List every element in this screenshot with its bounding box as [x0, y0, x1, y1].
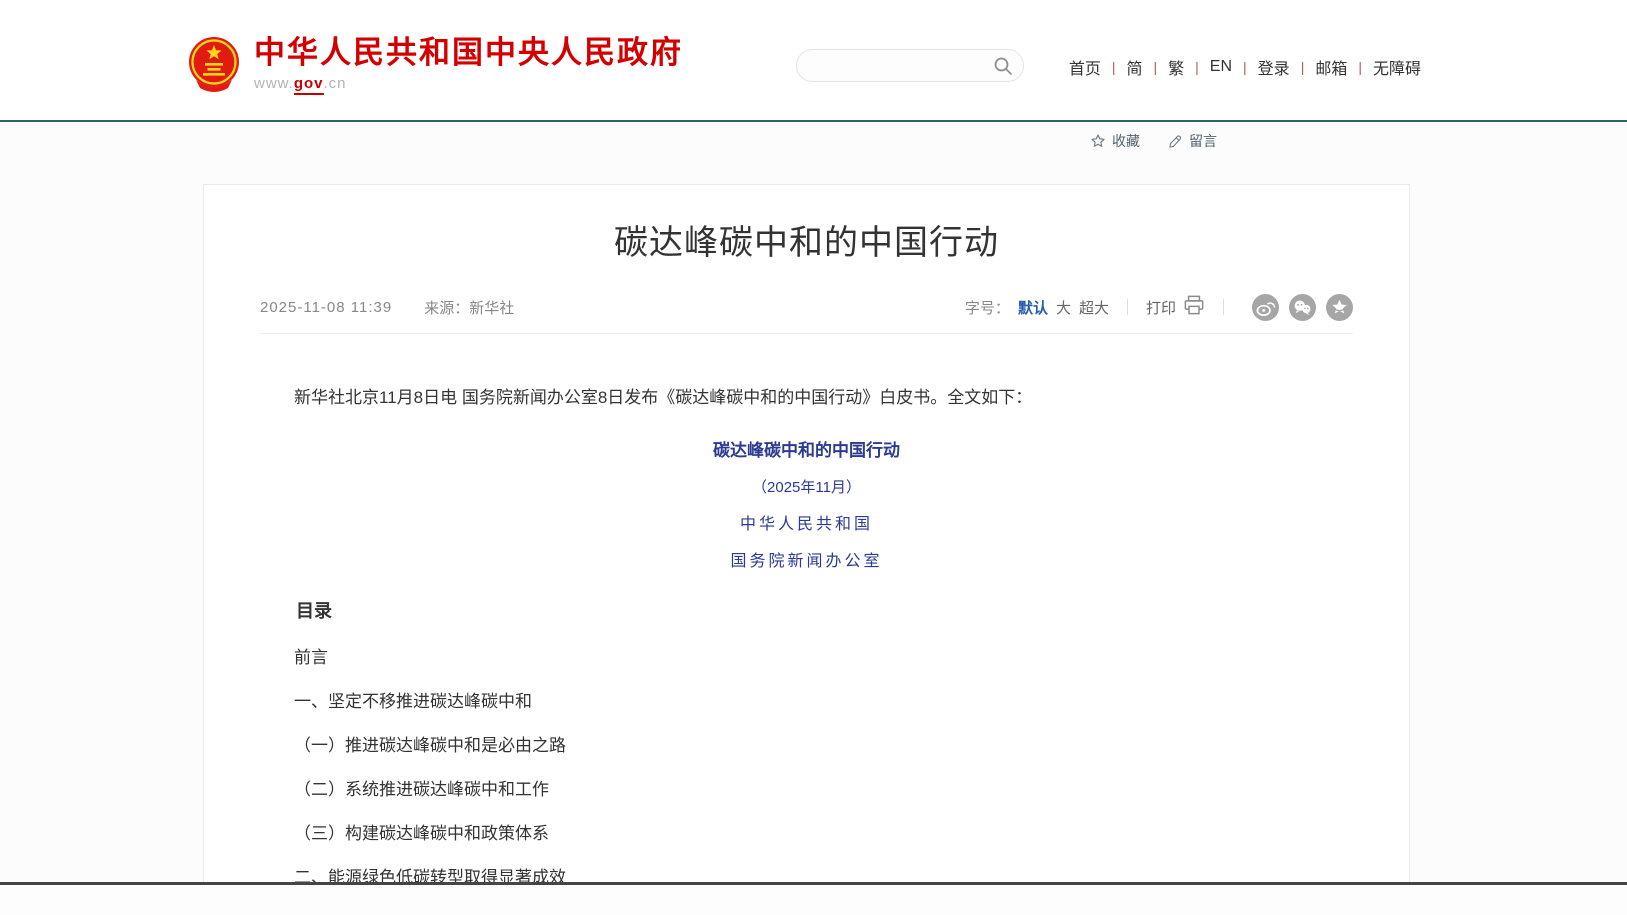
share-star-icon: [1326, 308, 1353, 325]
nav-separator: |: [1243, 59, 1247, 75]
search-input[interactable]: [813, 50, 988, 81]
search-box: [796, 49, 1024, 82]
nav-separator: |: [1112, 59, 1116, 75]
site-url-suffix: .cn: [324, 75, 347, 92]
document-title: 碳达峰碳中和的中国行动: [260, 436, 1353, 461]
font-size-xlarge[interactable]: 超大: [1079, 297, 1109, 318]
page-actions: 收藏 留言: [1090, 131, 1217, 151]
document-date-line: （2025年11月）: [260, 476, 1353, 497]
article-content: 新华社北京11月8日电 国务院新闻办公室8日发布《碳达峰碳中和的中国行动》白皮书…: [260, 384, 1353, 915]
star-icon: [1090, 133, 1106, 149]
share-more-button[interactable]: [1326, 294, 1353, 321]
source-name: 新华社: [469, 297, 514, 318]
printer-icon: [1183, 295, 1205, 319]
weibo-icon: [1252, 308, 1279, 325]
toc-item: （三）构建碳达峰碳中和政策体系: [260, 825, 1353, 843]
publish-date: 2025-11-08 11:39: [260, 299, 392, 316]
bottom-edge-line: [0, 882, 1627, 885]
share-wechat-button[interactable]: [1289, 294, 1316, 321]
nav-simplified[interactable]: 简: [1126, 55, 1142, 79]
toc-item-preface: 前言: [260, 649, 1353, 667]
nav-separator: |: [1358, 59, 1362, 75]
nav-english[interactable]: EN: [1210, 58, 1232, 76]
nav-separator: |: [1154, 59, 1158, 75]
meta-separator: [1127, 299, 1128, 315]
toc-item: （一）推进碳达峰碳中和是必由之路: [260, 737, 1353, 755]
article-container: 碳达峰碳中和的中国行动 2025-11-08 11:39 来源： 新华社 字号：…: [203, 184, 1410, 915]
toc-item: 一、坚定不移推进碳达峰碳中和: [260, 693, 1353, 711]
wechat-icon: [1289, 308, 1316, 325]
bottom-strip: [0, 885, 1627, 915]
nav-mail[interactable]: 邮箱: [1315, 55, 1347, 79]
top-nav: 首页 | 简 | 繁 | EN | 登录 | 邮箱 | 无障碍: [1069, 55, 1421, 79]
nav-login[interactable]: 登录: [1258, 55, 1290, 79]
comment-label: 留言: [1189, 131, 1217, 151]
toc-title: 目录: [260, 597, 1353, 623]
source-label: 来源：: [424, 297, 469, 318]
nav-traditional[interactable]: 繁: [1168, 55, 1184, 79]
article-meta: 2025-11-08 11:39 来源： 新华社 字号： 默认 大 超大 打印: [260, 293, 1353, 321]
meta-separator: [1223, 299, 1224, 315]
nav-accessibility[interactable]: 无障碍: [1373, 55, 1421, 79]
document-issuer-line2: 国务院新闻办公室: [260, 547, 1353, 571]
font-size-large[interactable]: 大: [1056, 297, 1071, 318]
nav-separator: |: [1301, 59, 1305, 75]
site-title: 中华人民共和国中央人民政府: [254, 36, 683, 70]
print-label: 打印: [1146, 297, 1176, 318]
share-weibo-button[interactable]: [1252, 294, 1279, 321]
lead-paragraph: 新华社北京11月8日电 国务院新闻办公室8日发布《碳达峰碳中和的中国行动》白皮书…: [260, 384, 1353, 411]
site-logo[interactable]: 中华人民共和国中央人民政府 www.gov.cn: [188, 36, 683, 92]
document-issuer-line1: 中华人民共和国: [260, 510, 1353, 534]
nav-separator: |: [1195, 59, 1199, 75]
site-url[interactable]: www.gov.cn: [254, 75, 683, 92]
site-url-prefix: www.: [254, 75, 294, 92]
site-url-highlight: gov: [294, 75, 324, 95]
site-header: 中华人民共和国中央人民政府 www.gov.cn 首页 | 简 | 繁 | EN…: [0, 0, 1627, 120]
font-size-default[interactable]: 默认: [1018, 297, 1048, 318]
print-button[interactable]: 打印: [1146, 295, 1205, 319]
favorite-label: 收藏: [1112, 131, 1140, 151]
meta-divider: [260, 333, 1353, 334]
comment-button[interactable]: 留言: [1168, 131, 1217, 151]
font-size-label: 字号：: [965, 297, 1010, 318]
toc-item: （二）系统推进碳达峰碳中和工作: [260, 781, 1353, 799]
pencil-icon: [1168, 134, 1183, 149]
national-emblem-icon: [188, 36, 240, 92]
nav-home[interactable]: 首页: [1069, 55, 1101, 79]
search-icon[interactable]: [993, 56, 1013, 76]
article-title: 碳达峰碳中和的中国行动: [260, 219, 1353, 267]
favorite-button[interactable]: 收藏: [1090, 131, 1140, 151]
